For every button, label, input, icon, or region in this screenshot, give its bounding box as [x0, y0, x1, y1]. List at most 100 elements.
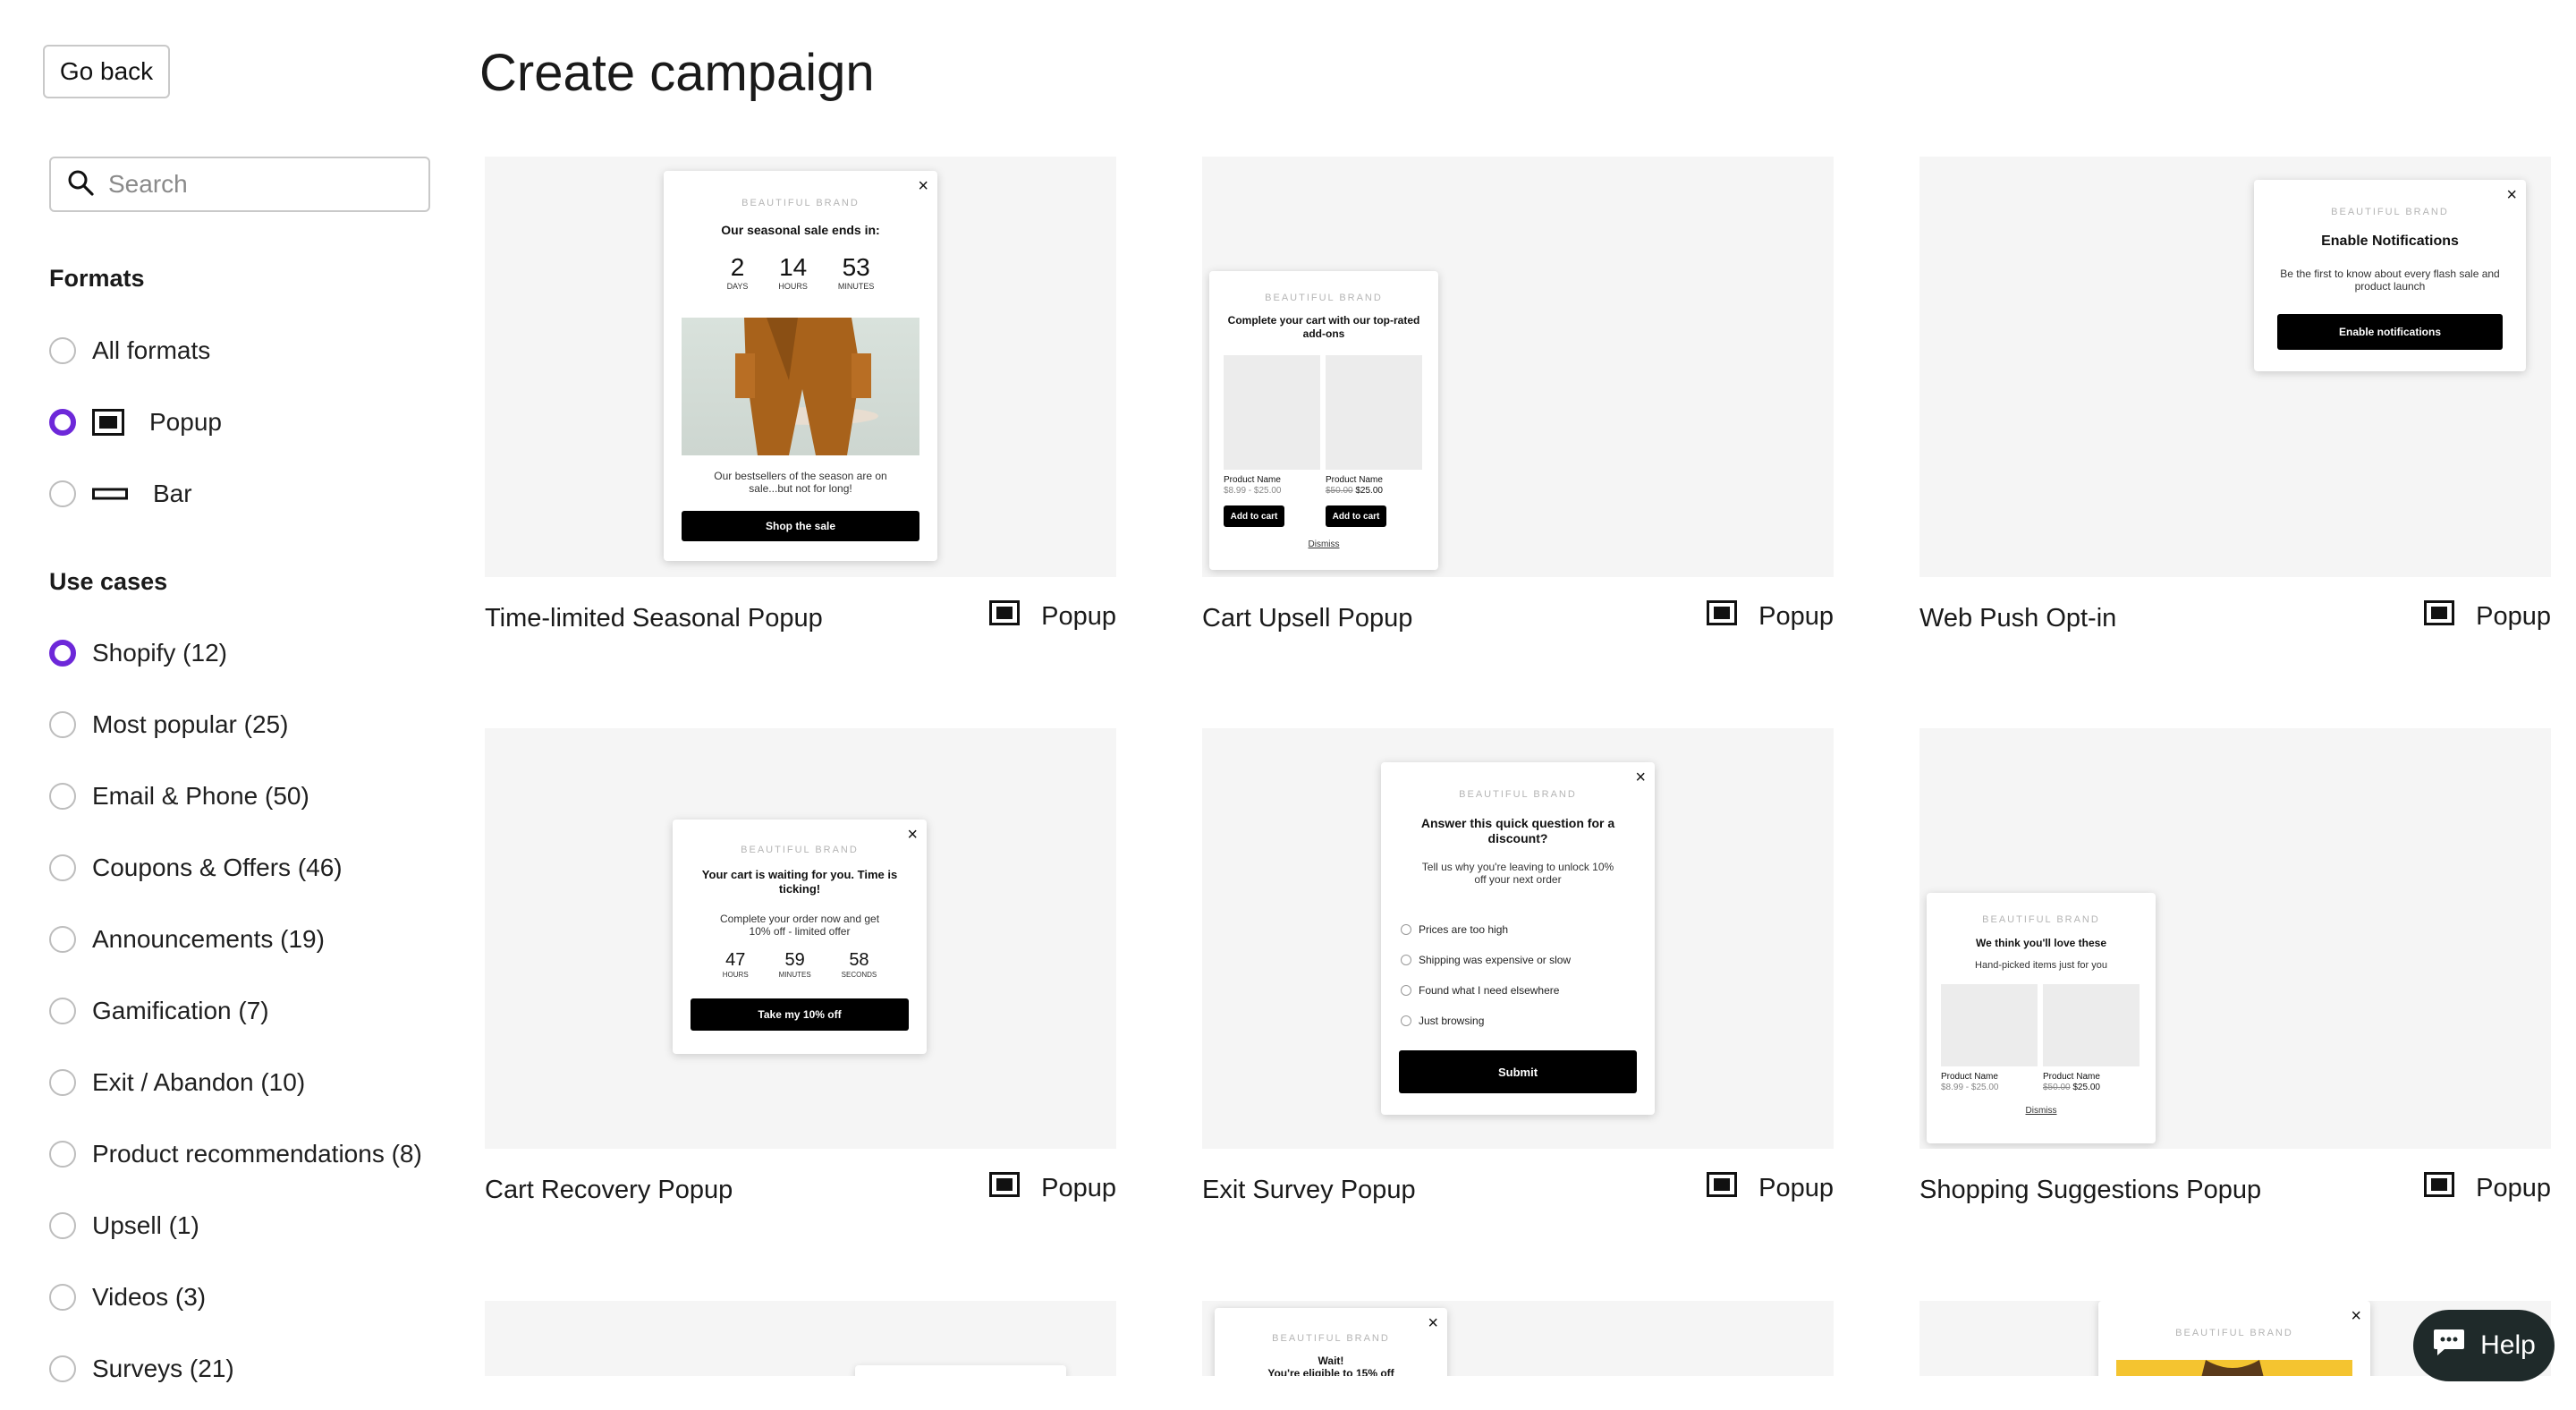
- enable-notifications-button: Enable notifications: [2277, 314, 2503, 350]
- use-case-label: Most popular (25): [92, 710, 289, 738]
- use-case-gamification[interactable]: Gamification (7): [49, 995, 269, 1027]
- countdown-minutes: 53 MINUTES: [838, 253, 875, 291]
- radio-button[interactable]: [49, 1212, 76, 1239]
- popup-heading: We think you'll love these: [1976, 937, 2106, 949]
- minutes-value: 53: [842, 253, 870, 281]
- use-case-videos[interactable]: Videos (3): [49, 1281, 206, 1313]
- seconds-label: SECONDS: [841, 971, 877, 979]
- use-case-upsell[interactable]: Upsell (1): [49, 1210, 199, 1242]
- survey-option: Found what I need elsewhere: [1401, 975, 1571, 1006]
- format-name: Popup: [1758, 1173, 1834, 1202]
- popup-preview: × BEAUTIFUL BRAND Wait! You're eligible …: [1215, 1308, 1447, 1376]
- old-price: $50.00: [1326, 486, 1353, 496]
- minutes-value: 59: [784, 950, 805, 970]
- countdown: 2 DAYS 14 HOURS 53 MINUTES: [664, 253, 937, 291]
- radio-button: [1401, 955, 1411, 965]
- radio-button[interactable]: [49, 998, 76, 1024]
- use-case-most-popular[interactable]: Most popular (25): [49, 709, 288, 741]
- format-option-bar[interactable]: Bar: [49, 478, 192, 510]
- search-icon: [67, 169, 94, 200]
- countdown-days: 2 DAYS: [727, 253, 749, 291]
- radio-button[interactable]: [49, 480, 76, 507]
- use-case-label: Coupons & Offers (46): [92, 854, 343, 881]
- search-input[interactable]: [106, 169, 414, 200]
- radio-button[interactable]: [49, 854, 76, 881]
- product-image-placeholder: [1224, 355, 1320, 470]
- radio-button[interactable]: [49, 711, 76, 738]
- radio-button[interactable]: [49, 1141, 76, 1168]
- use-case-email-phone[interactable]: Email & Phone (50): [49, 780, 309, 812]
- template-title: Web Push Opt-in: [1919, 604, 2117, 633]
- template-preview[interactable]: BEAUTIFUL BRAND Complete your cart with …: [1202, 157, 1834, 577]
- template-format: Popup: [989, 1172, 1116, 1204]
- radio-button[interactable]: [49, 337, 76, 364]
- template-preview[interactable]: × BEAUTIFUL BRAND Our seasonal sale ends…: [485, 157, 1116, 577]
- popup-icon: [92, 409, 124, 436]
- template-title: Exit Survey Popup: [1202, 1176, 1416, 1204]
- page-title: Create campaign: [479, 44, 875, 102]
- countdown: 47 HOURS 59 MINUTES 58 SECONDS: [673, 950, 927, 979]
- use-case-product-recommendations[interactable]: Product recommendations (8): [49, 1138, 422, 1170]
- template-preview[interactable]: [485, 1301, 1116, 1376]
- use-case-coupons[interactable]: Coupons & Offers (46): [49, 852, 343, 884]
- survey-option-label: Found what I need elsewhere: [1419, 984, 1560, 997]
- product-name: Product Name: [1941, 1072, 1998, 1082]
- radio-button[interactable]: [49, 1284, 76, 1311]
- radio-button-selected[interactable]: [49, 640, 76, 667]
- template-title: Shopping Suggestions Popup: [1919, 1176, 2262, 1204]
- popup-preview: BEAUTIFUL BRAND Complete your cart with …: [1209, 271, 1438, 570]
- radio-button[interactable]: [49, 783, 76, 810]
- radio-button-selected[interactable]: [49, 409, 76, 436]
- brand-name: BEAUTIFUL BRAND: [1459, 789, 1577, 800]
- use-case-label: Announcements (19): [92, 925, 325, 953]
- radio-button: [1401, 924, 1411, 935]
- take-discount-button: Take my 10% off: [691, 998, 909, 1031]
- format-label: All formats: [92, 336, 211, 364]
- use-case-surveys[interactable]: Surveys (21): [49, 1353, 234, 1385]
- hours-label: HOURS: [722, 971, 749, 979]
- use-case-shopify[interactable]: Shopify (12): [49, 637, 227, 669]
- use-case-announcements[interactable]: Announcements (19): [49, 923, 325, 956]
- popup-heading: Our seasonal sale ends in:: [721, 223, 880, 237]
- format-option-popup[interactable]: Popup: [49, 406, 222, 438]
- popup-body: Our bestsellers of the season are on sal…: [714, 470, 887, 495]
- bar-icon: [92, 487, 128, 501]
- template-preview[interactable]: × BEAUTIFUL BRAND Answer this quick ques…: [1202, 728, 1834, 1149]
- dismiss-link: Dismiss: [2025, 1106, 2057, 1116]
- format-option-all[interactable]: All formats: [49, 335, 210, 367]
- search-box[interactable]: [49, 157, 430, 212]
- survey-options: Prices are too high Shipping was expensi…: [1401, 914, 1571, 1036]
- popup-preview: BEAUTIFUL BRAND We think you'll love the…: [1927, 893, 2156, 1143]
- popup-preview: × BEAUTIFUL BRAND: [2098, 1301, 2370, 1376]
- radio-button[interactable]: [49, 1355, 76, 1382]
- product-image-placeholder: [1326, 355, 1422, 470]
- template-preview[interactable]: × BEAUTIFUL BRAND Enable Notifications B…: [1919, 157, 2551, 577]
- old-price: $50.00: [2043, 1083, 2071, 1092]
- popup-icon: [989, 1172, 1021, 1204]
- help-button[interactable]: Help: [2413, 1310, 2555, 1381]
- use-case-exit-abandon[interactable]: Exit / Abandon (10): [49, 1066, 305, 1099]
- countdown-seconds: 58 SECONDS: [842, 950, 877, 979]
- popup-preview: × BEAUTIFUL BRAND Your cart is waiting f…: [673, 820, 927, 1054]
- template-preview[interactable]: × BEAUTIFUL BRAND Wait! You're eligible …: [1202, 1301, 1834, 1376]
- popup-body: Hand-picked items just for you: [1975, 960, 2107, 971]
- radio-button[interactable]: [49, 1069, 76, 1096]
- hours-label: HOURS: [778, 282, 808, 291]
- template-preview[interactable]: × BEAUTIFUL BRAND Your cart is waiting f…: [485, 728, 1116, 1149]
- popup-icon: [1707, 1172, 1738, 1204]
- format-name: Popup: [1041, 601, 1116, 631]
- radio-button[interactable]: [49, 926, 76, 953]
- template-preview[interactable]: BEAUTIFUL BRAND We think you'll love the…: [1919, 728, 2551, 1149]
- seconds-value: 58: [849, 950, 869, 970]
- use-case-label: Upsell (1): [92, 1211, 199, 1239]
- minutes-label: MINUTES: [837, 282, 875, 291]
- shop-the-sale-button: Shop the sale: [682, 511, 919, 541]
- survey-option-label: Prices are too high: [1419, 923, 1509, 936]
- survey-option: Shipping was expensive or slow: [1401, 945, 1571, 975]
- popup-heading: Answer this quick question for a discoun…: [1420, 816, 1615, 845]
- product-name: Product Name: [1326, 475, 1383, 485]
- brand-name: BEAUTIFUL BRAND: [741, 198, 860, 208]
- popup-body: Complete your order now and get 10% off …: [719, 913, 880, 938]
- use-case-label: Gamification (7): [92, 997, 269, 1024]
- go-back-button[interactable]: Go back: [43, 45, 170, 98]
